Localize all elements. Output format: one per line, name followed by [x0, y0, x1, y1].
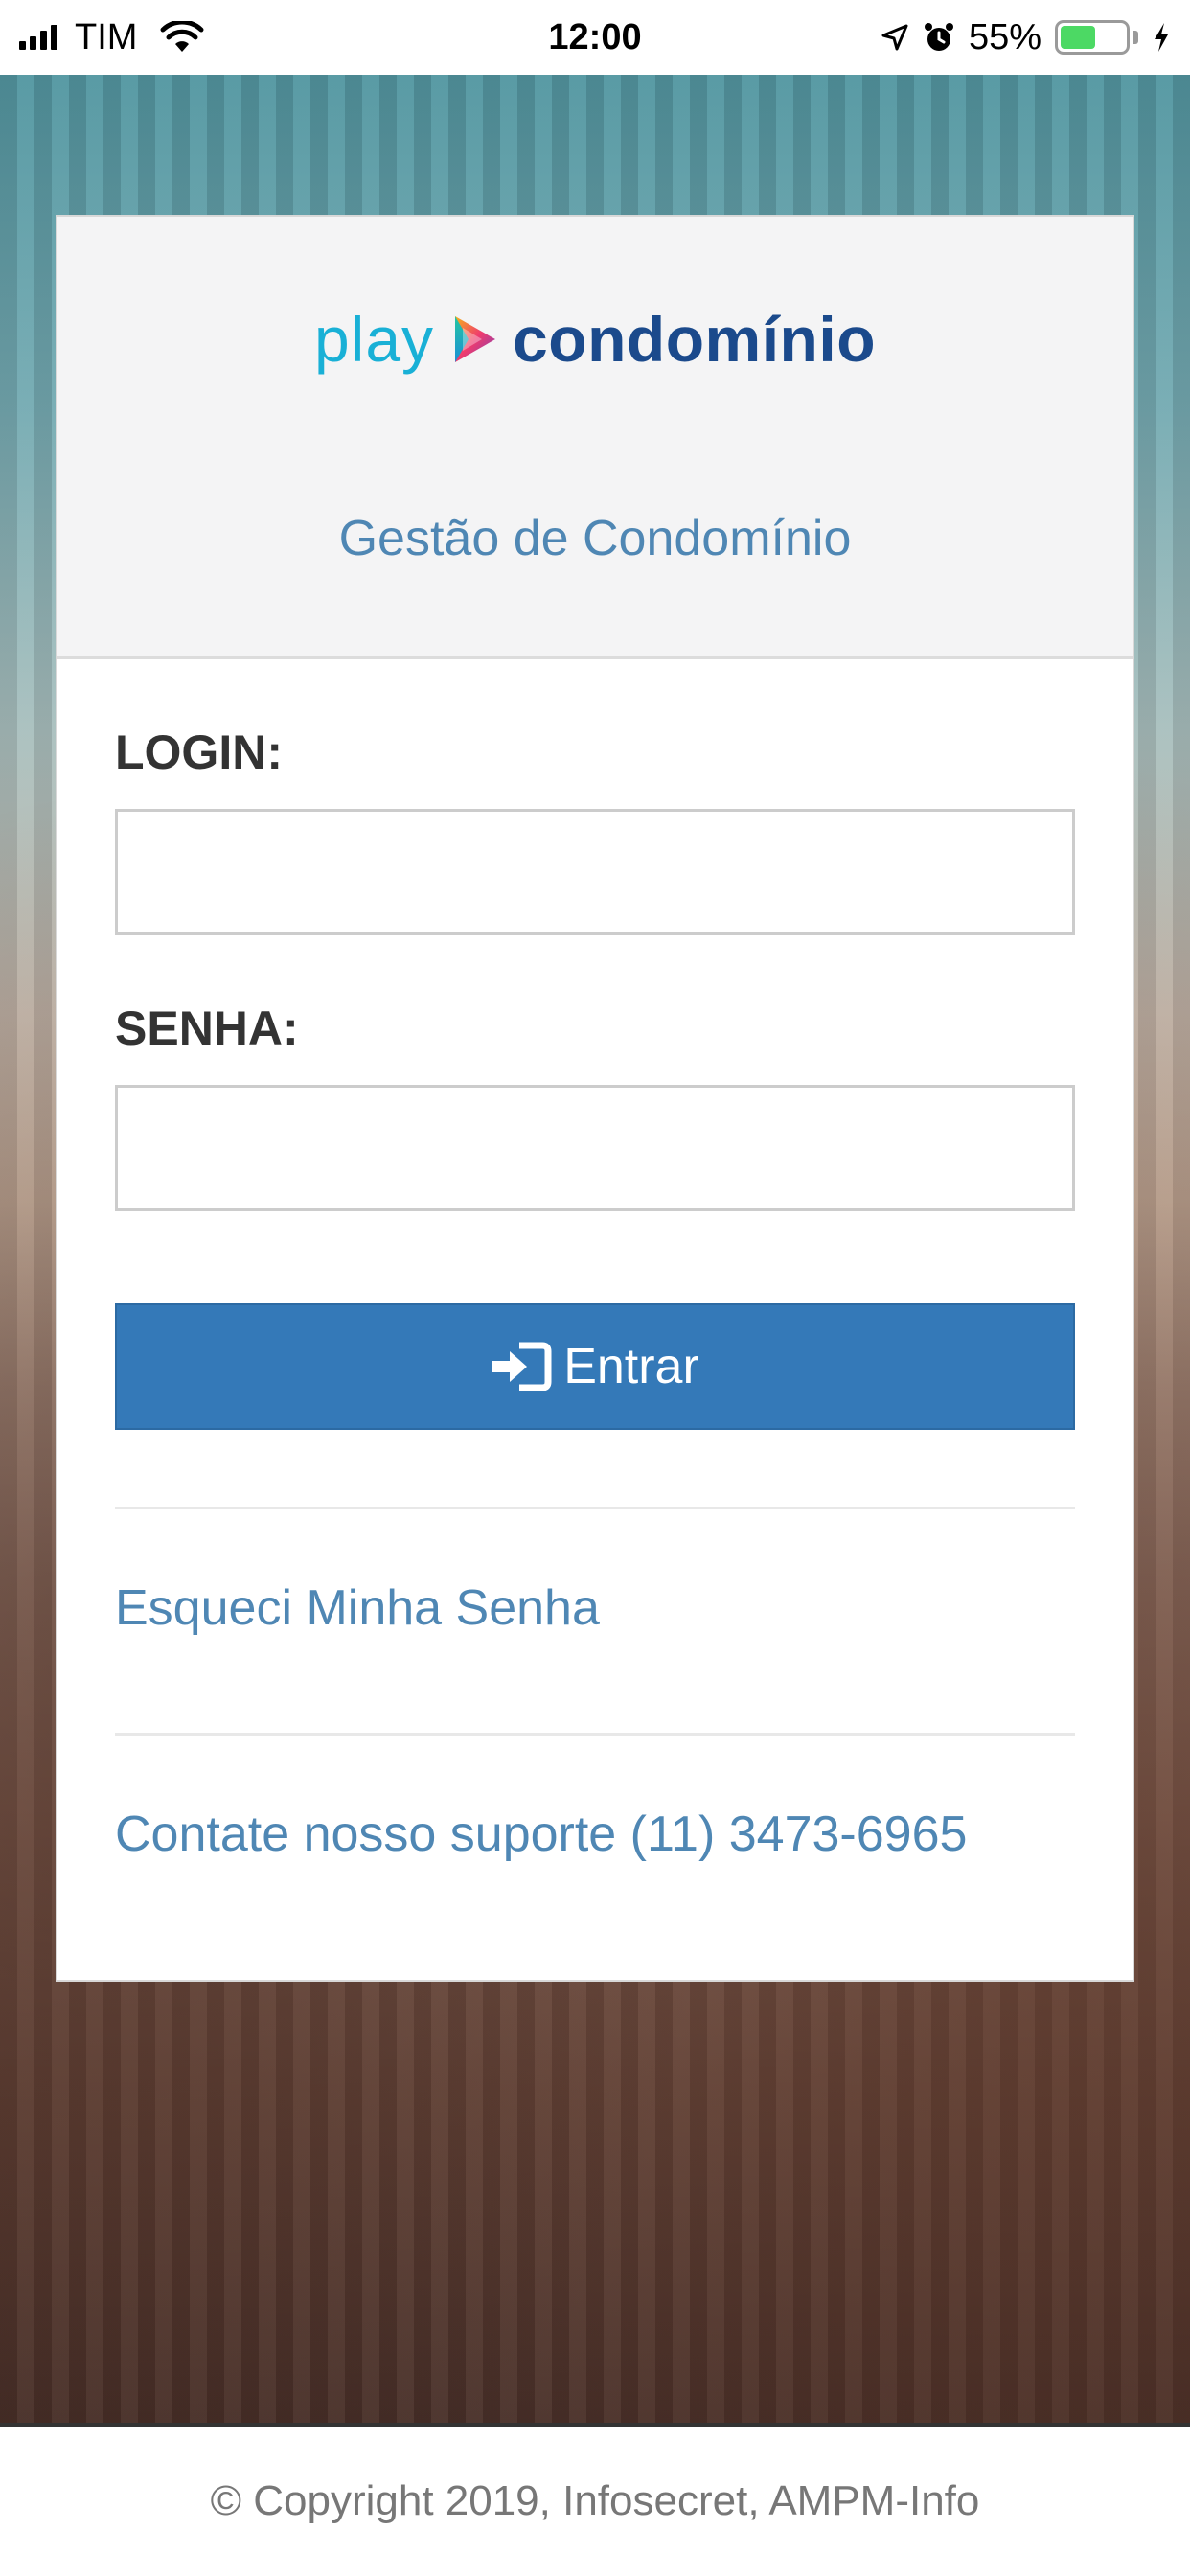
divider: [115, 1733, 1075, 1736]
battery-cap: [1133, 31, 1138, 44]
card-header: play condomínio Gestão de Condomínio: [57, 217, 1133, 659]
entrar-button[interactable]: Entrar: [115, 1303, 1075, 1430]
battery-percent: 55%: [968, 16, 1041, 58]
battery-fill: [1061, 26, 1096, 49]
alarm-icon: [924, 23, 953, 51]
app-subtitle: Gestão de Condomínio: [338, 511, 852, 566]
location-icon: [881, 24, 908, 51]
battery-icon: [1055, 20, 1130, 55]
password-input[interactable]: [115, 1085, 1075, 1211]
support-contact-link[interactable]: Contate nosso suporte (11) 3473-6965: [115, 1806, 967, 1863]
login-screen: TIM 12:00 55% play condomínio Gestão de …: [0, 0, 1190, 2576]
sign-in-icon: [492, 1342, 552, 1392]
charging-icon: [1155, 23, 1168, 52]
status-right: 55%: [881, 0, 1171, 75]
play-triangle-icon: [455, 316, 496, 362]
login-card: play condomínio Gestão de Condomínio LOG…: [56, 215, 1134, 1982]
password-label: SENHA:: [115, 1001, 299, 1055]
logo-play-text: play: [313, 304, 435, 375]
login-input[interactable]: [115, 809, 1075, 935]
logo-condominio-text: condomínio: [513, 304, 877, 375]
status-bar: TIM 12:00 55%: [0, 0, 1190, 75]
entrar-button-label: Entrar: [563, 1339, 699, 1394]
forgot-password-link[interactable]: Esqueci Minha Senha: [115, 1579, 600, 1637]
play-condominio-logo: play condomínio: [57, 303, 1133, 376]
divider: [115, 1506, 1075, 1509]
login-label: LOGIN:: [115, 725, 283, 779]
copyright-footer: © Copyright 2019, Infosecret, AMPM-Info: [0, 2426, 1190, 2576]
